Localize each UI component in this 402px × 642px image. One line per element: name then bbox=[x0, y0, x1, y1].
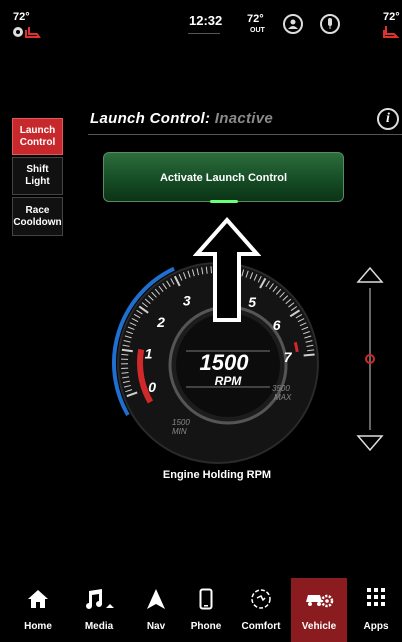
outside-label: OUT bbox=[250, 27, 265, 34]
activate-indicator bbox=[210, 200, 238, 203]
outside-temp: 72° bbox=[247, 13, 264, 25]
tick-label-2: 2 bbox=[156, 314, 165, 330]
max-label: MAX bbox=[274, 393, 292, 402]
page-title: Launch Control: Inactive bbox=[90, 110, 273, 127]
tick-label-6: 6 bbox=[273, 317, 281, 333]
min-label: MIN bbox=[172, 427, 187, 436]
min-value: 1500 bbox=[172, 418, 190, 427]
tab-label-line2: Cooldown bbox=[13, 216, 62, 228]
phone-icon bbox=[199, 588, 213, 610]
tab-label-line1: Race bbox=[25, 204, 50, 216]
page-title-label: Launch Control: bbox=[90, 110, 211, 127]
nav-label-nav: Nav bbox=[146, 621, 166, 632]
home-icon bbox=[28, 590, 48, 608]
tab-launch-control[interactable]: Launch Control bbox=[12, 118, 63, 155]
microphone-icon bbox=[328, 18, 332, 29]
profile-button[interactable] bbox=[283, 14, 303, 34]
passenger-temp[interactable]: 72° bbox=[383, 11, 400, 23]
tab-label-line1: Shift bbox=[26, 164, 49, 175]
tick-label-1: 1 bbox=[145, 345, 153, 361]
engine-holding-rpm-label: Engine Holding RPM bbox=[162, 469, 272, 481]
tab-race-cooldown[interactable]: Race Cooldown bbox=[12, 197, 63, 236]
clock: 12:32 bbox=[189, 13, 223, 28]
rpm-slider[interactable] bbox=[355, 264, 385, 454]
launch-status: Inactive bbox=[214, 110, 274, 127]
info-button[interactable]: i bbox=[377, 108, 399, 130]
nav-media[interactable]: Media bbox=[71, 578, 127, 642]
max-value: 3500 bbox=[272, 384, 290, 393]
nav-label-comfort: Comfort bbox=[241, 621, 281, 632]
music-note-icon bbox=[86, 589, 114, 609]
nav-phone[interactable]: Phone bbox=[178, 578, 234, 642]
nav-apps[interactable]: Apps bbox=[348, 578, 402, 642]
nav-label-vehicle: Vehicle bbox=[301, 621, 337, 632]
nav-home[interactable]: Home bbox=[10, 578, 66, 642]
navigation-arrow-icon bbox=[147, 589, 165, 609]
tab-shift-light[interactable]: Shift Light bbox=[12, 157, 63, 195]
tab-label-line2: Light bbox=[25, 176, 50, 187]
tab-label-line1: Launch bbox=[19, 124, 56, 136]
apps-grid-icon bbox=[367, 588, 385, 606]
passenger-heated-seat-icon[interactable] bbox=[383, 25, 401, 39]
tick-mark bbox=[121, 353, 129, 356]
tick-label-7: 7 bbox=[284, 349, 293, 365]
profile-icon bbox=[288, 19, 298, 29]
clock-underline bbox=[188, 33, 220, 34]
rpm-unit: RPM bbox=[215, 374, 243, 388]
max-marker bbox=[293, 341, 299, 353]
tab-label-line2: Control bbox=[19, 136, 56, 148]
activate-launch-control-button[interactable]: Activate Launch Control bbox=[103, 152, 344, 202]
vehicle-gear-icon bbox=[306, 594, 334, 608]
nav-label-phone: Phone bbox=[190, 621, 222, 632]
up-arrow-icon bbox=[193, 216, 261, 322]
tick-mark bbox=[303, 353, 315, 357]
driver-climate-seat-icon[interactable] bbox=[12, 25, 42, 39]
header-divider bbox=[88, 134, 402, 135]
nav-comfort[interactable]: Comfort bbox=[233, 578, 289, 642]
nav-label-home: Home bbox=[24, 621, 52, 632]
tick-label-0: 0 bbox=[148, 379, 156, 395]
rpm-value: 1500 bbox=[200, 350, 250, 375]
nav-nav[interactable]: Nav bbox=[128, 578, 184, 642]
nav-label-media: Media bbox=[84, 621, 114, 632]
comfort-icon bbox=[251, 589, 271, 609]
nav-vehicle[interactable]: Vehicle bbox=[291, 578, 347, 642]
tick-label-3: 3 bbox=[183, 292, 191, 308]
voice-button[interactable] bbox=[320, 14, 340, 34]
driver-temp[interactable]: 72° bbox=[13, 11, 30, 23]
status-bar: 72° 12:32 72° OUT 72° bbox=[0, 0, 402, 48]
nav-label-apps: Apps bbox=[363, 621, 389, 632]
slider-down-icon[interactable] bbox=[356, 435, 384, 452]
slider-up-icon[interactable] bbox=[356, 266, 384, 283]
